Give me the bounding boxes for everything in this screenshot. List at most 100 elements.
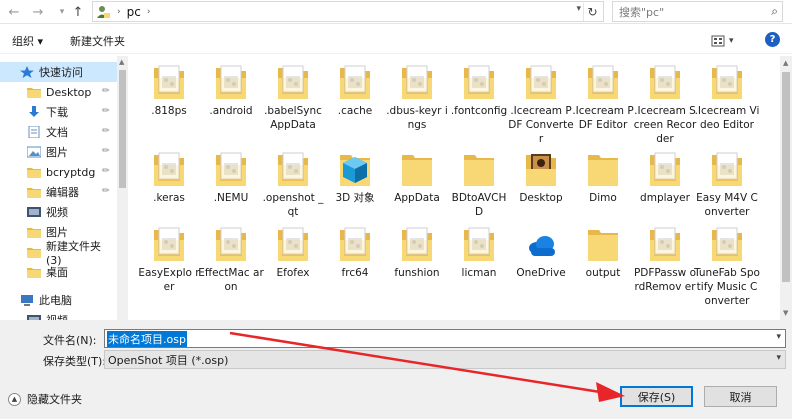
file-item[interactable]: .Icecream PDF Converter (508, 64, 574, 146)
file-item-label: .babelSync AppData (264, 105, 322, 131)
file-item[interactable]: .keras (138, 151, 200, 205)
scroll-up-icon[interactable]: ▲ (783, 59, 788, 67)
file-item[interactable]: 3D 对象 (324, 151, 386, 205)
forward-arrow-icon[interactable]: → (28, 2, 48, 22)
pin-icon: ✎ (101, 124, 114, 138)
filename-value: 未命名项目.osp (107, 330, 187, 347)
file-item-label: .Icecream PDF Converter (508, 105, 574, 145)
chevron-down-icon[interactable]: ▾ (776, 332, 781, 342)
file-item[interactable]: .818ps (138, 64, 200, 118)
scroll-down-icon[interactable]: ▼ (783, 309, 788, 317)
file-item-label: Easy M4V Converter (696, 192, 758, 218)
new-folder-button[interactable]: 新建文件夹 (70, 33, 125, 49)
sidebar-item[interactable]: 桌面 (0, 262, 117, 282)
hide-folders-toggle[interactable]: ▲ 隐藏文件夹 (8, 391, 82, 407)
file-item[interactable]: Dimo (572, 151, 634, 205)
file-item[interactable]: EasyExplo rer (138, 226, 200, 294)
folder-icon (711, 226, 743, 262)
pin-icon: ✎ (101, 84, 114, 98)
address-dropdown-icon[interactable]: ▾ (576, 4, 581, 14)
file-item[interactable]: PDFPassw ordRemov er (634, 226, 696, 294)
file-item-label: dmplayer (640, 192, 690, 204)
folder-icon (27, 226, 41, 238)
folder-icon (277, 226, 309, 262)
file-item[interactable]: .fontconfig (448, 64, 510, 118)
file-item[interactable]: Desktop (510, 151, 572, 205)
sidebar-item[interactable]: 下载 ✎ (0, 102, 117, 122)
content-scrollbar-thumb[interactable] (782, 72, 790, 282)
sidebar-item[interactable]: 编辑器 ✎ (0, 182, 117, 202)
folder-icon (27, 86, 41, 98)
file-item-label: Efofex (276, 267, 310, 279)
file-item[interactable]: BDtoAVCH D (448, 151, 510, 219)
file-item[interactable]: dmplayer (634, 151, 696, 205)
file-item[interactable]: .Icecream PDF Editor (572, 64, 634, 132)
file-item[interactable]: output (572, 226, 634, 280)
pictures-icon (26, 146, 42, 158)
refresh-icon[interactable]: ↻ (583, 3, 601, 21)
sidebar-item[interactable]: 快速访问 (0, 62, 117, 82)
organize-button[interactable]: 组织 ▾ (12, 33, 43, 49)
file-item[interactable]: .babelSync AppData (262, 64, 324, 132)
file-item-label: funshion (394, 267, 440, 279)
filename-field[interactable]: 未命名项目.osp ▾ (104, 329, 786, 348)
sidebar-item[interactable]: 图片 ✎ (0, 142, 117, 162)
toolbar: 组织 ▾ 新建文件夹 ▾ ? (0, 28, 792, 54)
folder-icon (277, 151, 309, 187)
content-scrollbar[interactable]: ▲ ▼ (780, 56, 792, 320)
address-bar[interactable]: › pc › ▾ ↻ (92, 1, 604, 22)
breadcrumb-separator[interactable]: › (147, 7, 151, 17)
search-input[interactable]: 搜索"pc" ⌕ (612, 1, 783, 22)
file-item[interactable]: .cache (324, 64, 386, 118)
file-item[interactable]: Easy M4V Converter (696, 151, 758, 219)
file-item[interactable]: .dbus-keyr ings (386, 64, 448, 132)
chevron-down-icon: ▾ (776, 353, 781, 363)
file-item-label: .Icecream Video Editor (694, 105, 760, 131)
sidebar-item[interactable]: 文档 ✎ (0, 122, 117, 142)
sidebar-item[interactable]: 新建文件夹 (3) (0, 240, 117, 267)
file-item[interactable]: .Icecream Screen Recorder (634, 64, 696, 146)
search-placeholder: 搜索"pc" (619, 5, 665, 19)
nav-scrollbar-thumb[interactable] (119, 70, 126, 188)
sidebar-item[interactable]: 视频 (0, 310, 117, 320)
file-item[interactable]: .NEMU (200, 151, 262, 205)
file-item[interactable]: EffectMac aron (198, 226, 264, 294)
sidebar-item-label: 编辑器 (46, 186, 79, 199)
file-item-label: .NEMU (213, 192, 249, 204)
scroll-up-icon[interactable]: ▲ (119, 58, 124, 66)
file-item-label: output (585, 267, 621, 279)
file-item[interactable]: TuneFab Spotify Music Converter (694, 226, 760, 308)
sidebar-item[interactable]: 视频 (0, 202, 117, 222)
file-item[interactable]: .android (200, 64, 262, 118)
back-arrow-icon[interactable]: ← (4, 2, 24, 22)
file-item[interactable]: OneDrive (510, 226, 572, 280)
save-button[interactable]: 保存(S) (620, 386, 693, 407)
star-icon (20, 66, 34, 78)
file-item-label: .818ps (151, 105, 187, 117)
filetype-select[interactable]: OpenShot 项目 (*.osp) ▾ (104, 350, 786, 369)
file-item-label: .cache (337, 105, 373, 117)
file-item[interactable]: Efofex (262, 226, 324, 280)
nav-scrollbar[interactable]: ▲ (117, 56, 128, 320)
file-item-label: .keras (153, 192, 185, 204)
folder-icon (339, 151, 371, 187)
pin-icon: ✎ (101, 184, 114, 198)
folder-icon (153, 64, 185, 100)
cancel-button[interactable]: 取消 (704, 386, 777, 407)
file-item[interactable]: licman (448, 226, 510, 280)
help-icon[interactable]: ? (765, 32, 780, 47)
sidebar-item[interactable]: bcryptdg ✎ (0, 162, 117, 182)
filetype-label: 保存类型(T): (43, 355, 107, 368)
file-item[interactable]: .openshot _qt (262, 151, 324, 219)
file-item[interactable]: frc64 (324, 226, 386, 280)
file-item-label: EffectMac aron (198, 267, 264, 293)
sidebar-item[interactable]: 此电脑 (0, 290, 117, 310)
view-options-button[interactable]: ▾ (711, 33, 743, 49)
sidebar-item[interactable]: Desktop ✎ (0, 82, 117, 102)
breadcrumb-location[interactable]: pc (127, 5, 141, 19)
file-item[interactable]: .Icecream Video Editor (694, 64, 760, 132)
folder-icon (27, 186, 41, 198)
file-item[interactable]: AppData (386, 151, 448, 205)
up-arrow-icon[interactable]: ↑ (68, 2, 88, 22)
file-item[interactable]: funshion (386, 226, 448, 280)
